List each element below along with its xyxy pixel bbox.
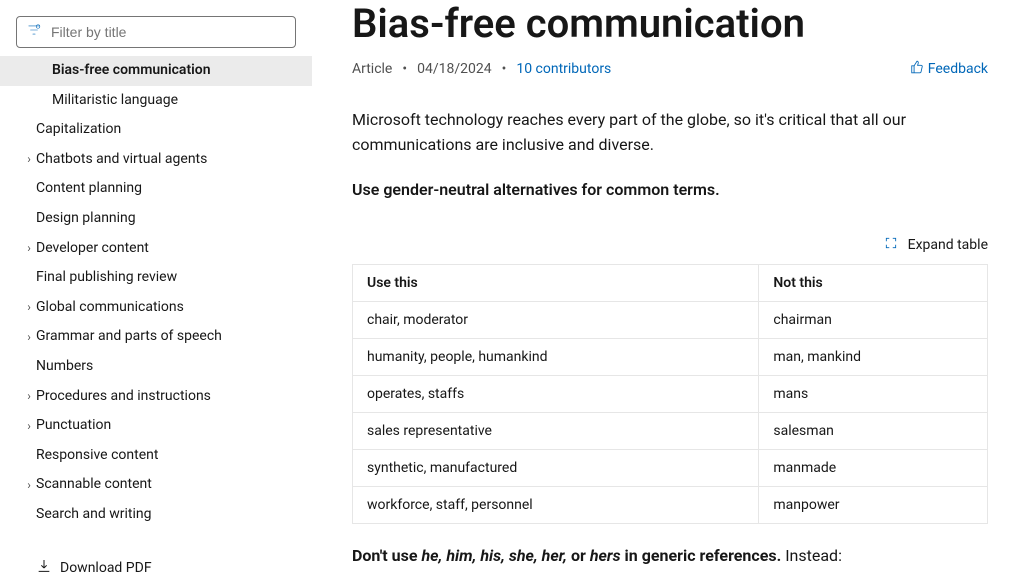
download-label: Download PDF [60, 560, 152, 576]
sidebar-item-label: Scannable content [36, 475, 152, 495]
chevron-right-icon: › [22, 240, 36, 257]
sidebar-item[interactable]: Final publishing review [0, 263, 312, 293]
thumbs-up-icon [910, 60, 924, 78]
th-use: Use this [353, 265, 759, 302]
cell-not: salesman [759, 413, 988, 450]
sidebar-item[interactable]: ›Punctuation [0, 411, 312, 441]
sidebar-item[interactable]: Capitalization [0, 115, 312, 145]
sidebar-item-label: Capitalization [36, 120, 121, 140]
sidebar-item[interactable]: Content planning [0, 174, 312, 204]
download-pdf[interactable]: Download PDF [0, 550, 312, 588]
article-meta: Article 04/18/2024 10 contributors Feedb… [352, 60, 988, 78]
sidebar-item[interactable]: ›Scannable content [0, 470, 312, 500]
cell-use: chair, moderator [353, 302, 759, 339]
sidebar-item-label: Design planning [36, 209, 136, 229]
expand-table-button[interactable]: Expand table [352, 236, 988, 254]
cell-use: humanity, people, humankind [353, 339, 759, 376]
chevron-right-icon: › [22, 299, 36, 316]
table-row: workforce, staff, personnelmanpower [353, 487, 988, 524]
cell-use: synthetic, manufactured [353, 450, 759, 487]
cell-use: workforce, staff, personnel [353, 487, 759, 524]
meta-separator [400, 61, 409, 77]
chevron-right-icon: › [22, 477, 36, 494]
subhead-text: Use gender-neutral alternatives for comm… [352, 178, 988, 203]
footnote: Don't use he, him, his, she, her, or her… [352, 546, 988, 565]
sidebar-item[interactable]: Search and writing [0, 500, 312, 530]
sidebar-item[interactable]: Responsive content [0, 441, 312, 471]
sidebar-item-label: Procedures and instructions [36, 387, 211, 407]
contributors-link[interactable]: 10 contributors [516, 61, 611, 77]
sidebar-item-label: Global communications [36, 298, 184, 318]
sidebar-item-label: Militaristic language [52, 91, 178, 111]
sidebar-item-label: Grammar and parts of speech [36, 327, 222, 347]
terms-table: Use this Not this chair, moderatorchairm… [352, 264, 988, 524]
article-date: 04/18/2024 [417, 61, 492, 77]
sidebar-item[interactable]: ›Grammar and parts of speech [0, 322, 312, 352]
nav-tree-scroll[interactable]: Bias-free communicationBias-free communi… [0, 56, 312, 550]
cell-not: chairman [759, 302, 988, 339]
cell-not: mans [759, 376, 988, 413]
sidebar-item-label: Responsive content [36, 446, 158, 466]
table-header-row: Use this Not this [353, 265, 988, 302]
sidebar-item[interactable]: ›Developer content [0, 234, 312, 264]
article-meta-left: Article 04/18/2024 10 contributors [352, 61, 611, 77]
cell-not: manpower [759, 487, 988, 524]
expand-icon [884, 236, 898, 254]
filter-icon [27, 23, 41, 41]
chevron-right-icon: › [22, 329, 36, 346]
sidebar-item-label: Chatbots and virtual agents [36, 150, 207, 170]
sidebar-item[interactable]: Bias-free communication [0, 56, 312, 86]
table-row: humanity, people, humankindman, mankind [353, 339, 988, 376]
feedback-button[interactable]: Feedback [910, 60, 988, 78]
cell-use: operates, staffs [353, 376, 759, 413]
sidebar-item-label: Final publishing review [36, 268, 177, 288]
intro-text: Microsoft technology reaches every part … [352, 108, 988, 158]
sidebar-item-label: Search and writing [36, 505, 151, 525]
sidebar-item[interactable]: Design planning [0, 204, 312, 234]
meta-separator [500, 61, 509, 77]
sidebar-item[interactable]: ›Chatbots and virtual agents [0, 145, 312, 175]
chevron-right-icon: › [22, 151, 36, 168]
table-row: chair, moderatorchairman [353, 302, 988, 339]
sidebar-item-label: Content planning [36, 179, 142, 199]
sidebar-item[interactable]: Militaristic language [0, 86, 312, 116]
filter-input[interactable] [49, 23, 285, 41]
download-icon [36, 558, 52, 578]
sidebar-item[interactable]: ›Procedures and instructions [0, 382, 312, 412]
article-kind: Article [352, 61, 392, 77]
th-not: Not this [759, 265, 988, 302]
article-main: Bias-free communication Article 04/18/20… [312, 0, 1012, 588]
filter-box[interactable] [16, 16, 296, 48]
filter-wrap [0, 16, 312, 56]
cell-not: man, mankind [759, 339, 988, 376]
sidebar-item-label: Numbers [36, 357, 93, 377]
sidebar-item[interactable]: ›Global communications [0, 293, 312, 323]
feedback-label: Feedback [928, 61, 988, 77]
sidebar-item-label: Bias-free communication [52, 61, 211, 81]
table-row: sales representativesalesman [353, 413, 988, 450]
sidebar-item[interactable]: Numbers [0, 352, 312, 382]
chevron-right-icon: › [22, 418, 36, 435]
table-row: operates, staffsmans [353, 376, 988, 413]
sidebar: Bias-free communicationBias-free communi… [0, 0, 312, 588]
table-row: synthetic, manufacturedmanmade [353, 450, 988, 487]
sidebar-item-label: Punctuation [36, 416, 111, 436]
sidebar-item-label: Developer content [36, 239, 149, 259]
cell-use: sales representative [353, 413, 759, 450]
nav-tree: Bias-free communicationBias-free communi… [0, 56, 312, 530]
page-title: Bias-free communication [352, 0, 988, 48]
expand-label: Expand table [908, 237, 988, 253]
chevron-right-icon: › [22, 388, 36, 405]
cell-not: manmade [759, 450, 988, 487]
